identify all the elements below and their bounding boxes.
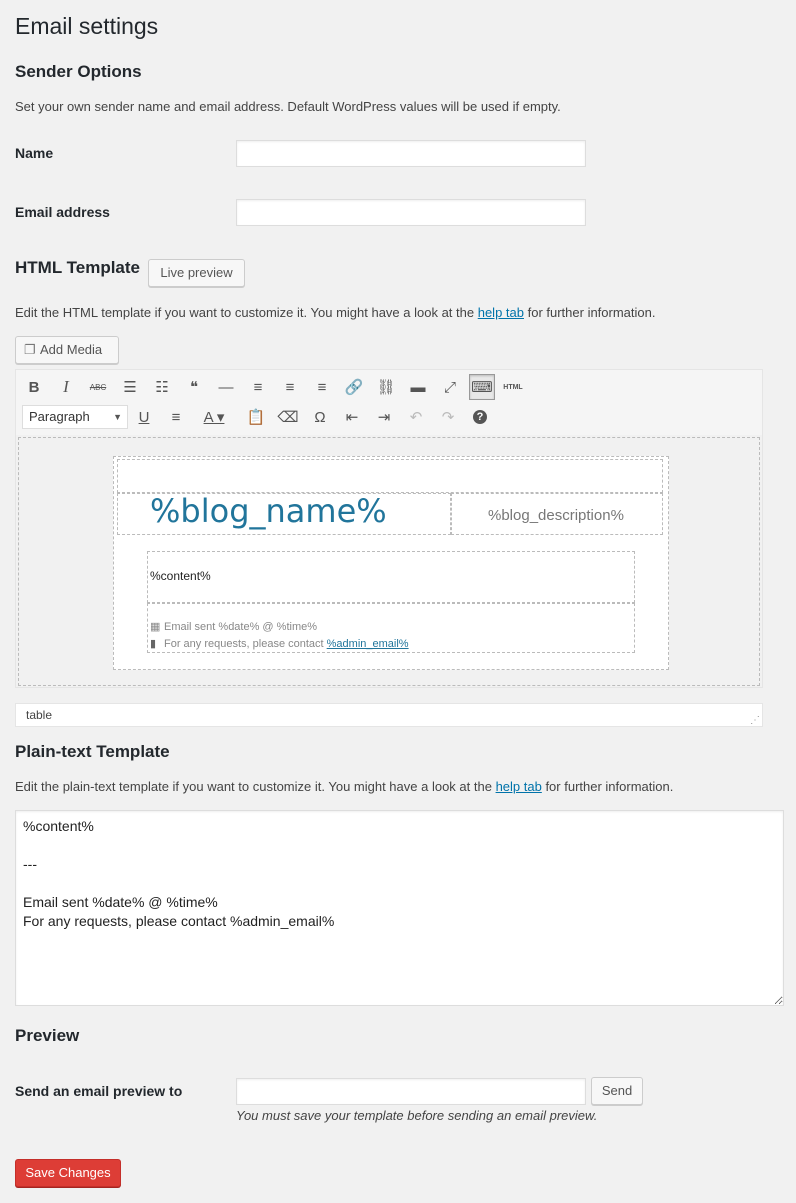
header-top-cell xyxy=(117,459,663,493)
format-select-value: Paragraph xyxy=(29,409,90,424)
preview-note: You must save your template before sendi… xyxy=(236,1108,598,1123)
help-icon[interactable]: ? xyxy=(467,404,493,430)
footer-sent-text: Email sent %date% @ %time% xyxy=(164,621,318,633)
undo-icon[interactable]: ↶ xyxy=(403,404,429,430)
html-icon[interactable]: HTML xyxy=(500,374,526,400)
sender-options-heading: Sender Options xyxy=(15,62,142,81)
blog-name: %blog_name% xyxy=(150,492,387,530)
align-left-icon[interactable]: ≡ xyxy=(245,374,271,400)
footer-cell: ▦ Email sent %date% @ %time% ▮ For any req… xyxy=(147,603,635,653)
plain-text-template-heading: Plain-text Template xyxy=(15,742,170,761)
html-editor-area[interactable]: %blog_name% %blog_description% %content%… xyxy=(15,435,763,688)
editor-toolbar: B I ABC ☰ ☷ ❝ — ≡ ≡ ≡ 🔗 ⛓ ▬ ⤢ ⌨ HTML Paragraph ▼ U ≡ A ▾ 📋… xyxy=(15,369,763,435)
page-title: Email settings xyxy=(15,13,159,39)
dropdown-arrow-icon: ▼ xyxy=(113,412,122,422)
italic-icon[interactable]: I xyxy=(53,374,79,400)
numbered-list-icon[interactable]: ☷ xyxy=(149,374,175,400)
html-template-heading: HTML Template xyxy=(15,258,140,277)
bulleted-list-icon[interactable]: ☰ xyxy=(117,374,143,400)
html-desc-text-end: for further information. xyxy=(523,305,656,320)
toolbar-toggle-icon[interactable]: ⌨ xyxy=(469,374,495,400)
html-editor-frame: %blog_name% %blog_description% %content%… xyxy=(18,437,760,686)
content-cell: %content% xyxy=(147,551,635,603)
preview-email-input[interactable] xyxy=(236,1078,586,1105)
calendar-icon: ▦ xyxy=(150,621,161,633)
format-select[interactable]: Paragraph ▼ xyxy=(22,405,128,429)
underline-icon[interactable]: U xyxy=(131,404,157,430)
save-changes-button[interactable]: Save Changes xyxy=(15,1159,121,1187)
html-template-description: Edit the HTML template if you want to cu… xyxy=(15,305,655,320)
blog-name-cell: %blog_name% xyxy=(117,492,451,535)
plain-text-template-textarea[interactable]: %content% --- Email sent %date% @ %time%… xyxy=(15,810,784,1006)
bold-icon[interactable]: B xyxy=(21,374,47,400)
email-address-input[interactable] xyxy=(236,199,586,226)
sender-options-description: Set your own sender name and email addre… xyxy=(15,99,561,114)
footer-contact-line: ▮ For any requests, please contact %admin… xyxy=(150,637,409,650)
align-right-icon[interactable]: ≡ xyxy=(309,374,335,400)
live-preview-button[interactable]: Live preview xyxy=(148,259,245,287)
indent-icon[interactable]: ⇥ xyxy=(371,404,397,430)
footer-sent-line: ▦ Email sent %date% @ %time% xyxy=(150,620,317,633)
email-address-label: Email address xyxy=(15,204,110,220)
add-media-button[interactable]: ❐ Add Media xyxy=(15,336,119,364)
blockquote-icon[interactable]: ❝ xyxy=(181,374,207,400)
element-path[interactable]: table xyxy=(26,708,52,722)
plain-text-description: Edit the plain-text template if you want… xyxy=(15,779,673,794)
insert-link-icon[interactable]: 🔗 xyxy=(341,374,367,400)
footer-contact-text: For any requests, please contact xyxy=(164,638,327,650)
plain-desc-text-end: for further information. xyxy=(541,779,674,794)
remove-link-icon[interactable]: ⛓ xyxy=(373,374,399,400)
resize-handle-icon[interactable]: ⋰ xyxy=(750,715,760,726)
strikethrough-icon[interactable]: ABC xyxy=(85,374,111,400)
content-placeholder: %content% xyxy=(150,569,211,583)
speech-bubble-icon: ▮ xyxy=(150,638,157,650)
read-more-icon[interactable]: ▬ xyxy=(405,374,431,400)
outdent-icon[interactable]: ⇤ xyxy=(339,404,365,430)
send-preview-button[interactable]: Send xyxy=(591,1077,643,1105)
name-label: Name xyxy=(15,145,54,161)
blog-description-cell: %blog_description% xyxy=(451,493,663,535)
text-color-icon[interactable]: A ▾ xyxy=(195,404,233,430)
align-center-icon[interactable]: ≡ xyxy=(277,374,303,400)
horizontal-line-icon[interactable]: — xyxy=(213,374,239,400)
plain-desc-text: Edit the plain-text template if you want… xyxy=(15,779,496,794)
help-tab-link-plain[interactable]: help tab xyxy=(496,779,542,794)
special-character-icon[interactable]: Ω xyxy=(307,404,333,430)
editor-status-bar: table ⋰ xyxy=(15,703,763,727)
name-input[interactable] xyxy=(236,140,586,167)
blog-description: %blog_description% xyxy=(488,507,624,524)
preview-heading: Preview xyxy=(15,1026,80,1045)
redo-icon[interactable]: ↷ xyxy=(435,404,461,430)
justify-icon[interactable]: ≡ xyxy=(163,404,189,430)
help-tab-link[interactable]: help tab xyxy=(478,305,524,320)
email-template-table: %blog_name% %blog_description% %content%… xyxy=(113,456,669,670)
media-icon: ❐ xyxy=(24,342,36,357)
fullscreen-icon[interactable]: ⤢ xyxy=(437,374,463,400)
admin-email-link[interactable]: %admin_email% xyxy=(327,638,409,650)
preview-email-label: Send an email preview to xyxy=(15,1083,183,1099)
clear-formatting-icon[interactable]: ⌫ xyxy=(275,404,301,430)
paste-text-icon[interactable]: 📋 xyxy=(243,404,269,430)
html-desc-text: Edit the HTML template if you want to cu… xyxy=(15,305,478,320)
add-media-label: Add Media xyxy=(40,342,103,357)
